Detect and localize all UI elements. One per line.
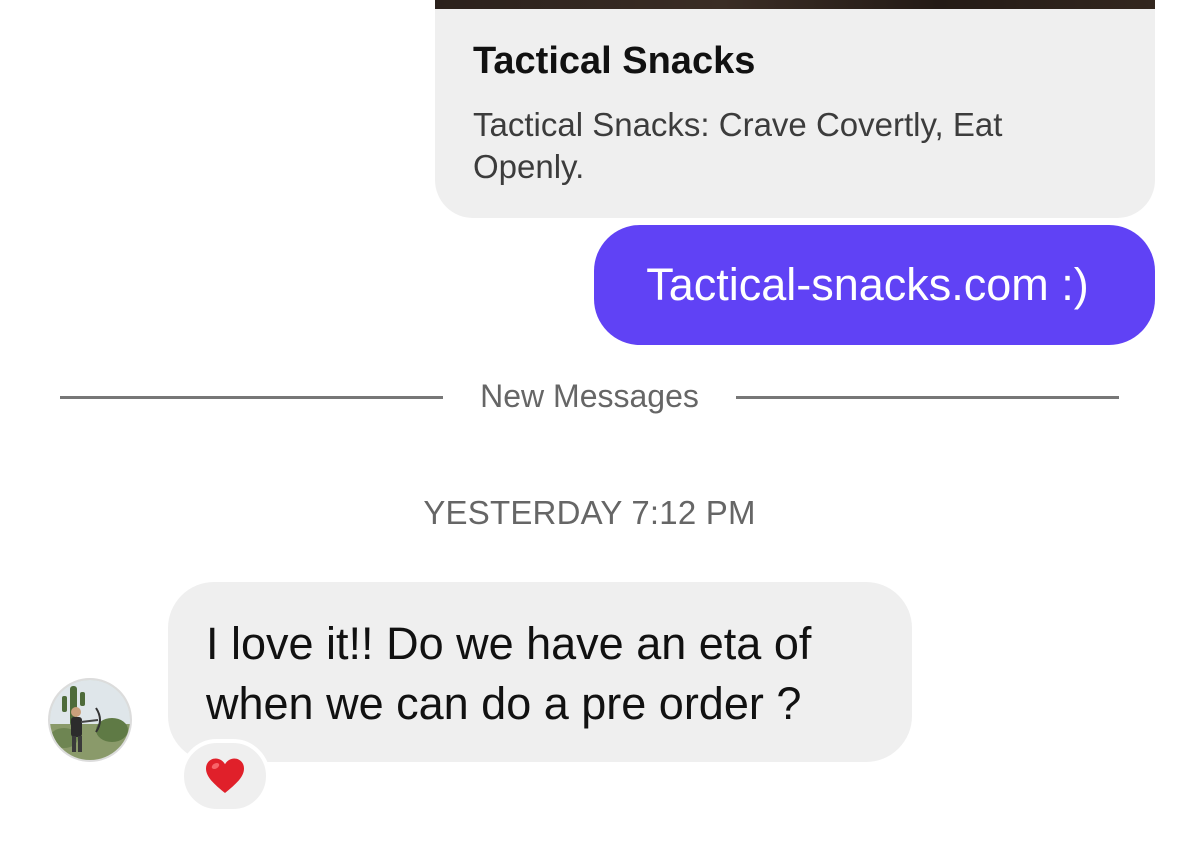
link-preview-image [435, 0, 1155, 9]
message-timestamp: YESTERDAY 7:12 PM [423, 494, 756, 531]
link-preview-card[interactable]: Tactical Snacks Tactical Snacks: Crave C… [435, 0, 1155, 218]
divider-line-right [736, 396, 1119, 399]
divider-line-left [60, 396, 443, 399]
sender-avatar[interactable] [48, 678, 132, 762]
avatar-photo [50, 680, 130, 760]
outgoing-message-text: Tactical-snacks.com :) [646, 259, 1089, 310]
incoming-message-bubble[interactable]: I love it!! Do we have an eta of when we… [168, 582, 912, 762]
new-messages-divider-label: New Messages [480, 378, 699, 414]
outgoing-message-bubble[interactable]: Tactical-snacks.com :) [594, 225, 1155, 345]
link-preview-title: Tactical Snacks [473, 40, 756, 82]
incoming-message-text: I love it!! Do we have an eta of when we… [206, 618, 812, 729]
link-preview-description: Tactical Snacks: Crave Covertly, Eat Ope… [473, 106, 1003, 185]
red-heart-icon [206, 758, 244, 793]
message-reaction[interactable] [180, 739, 270, 813]
